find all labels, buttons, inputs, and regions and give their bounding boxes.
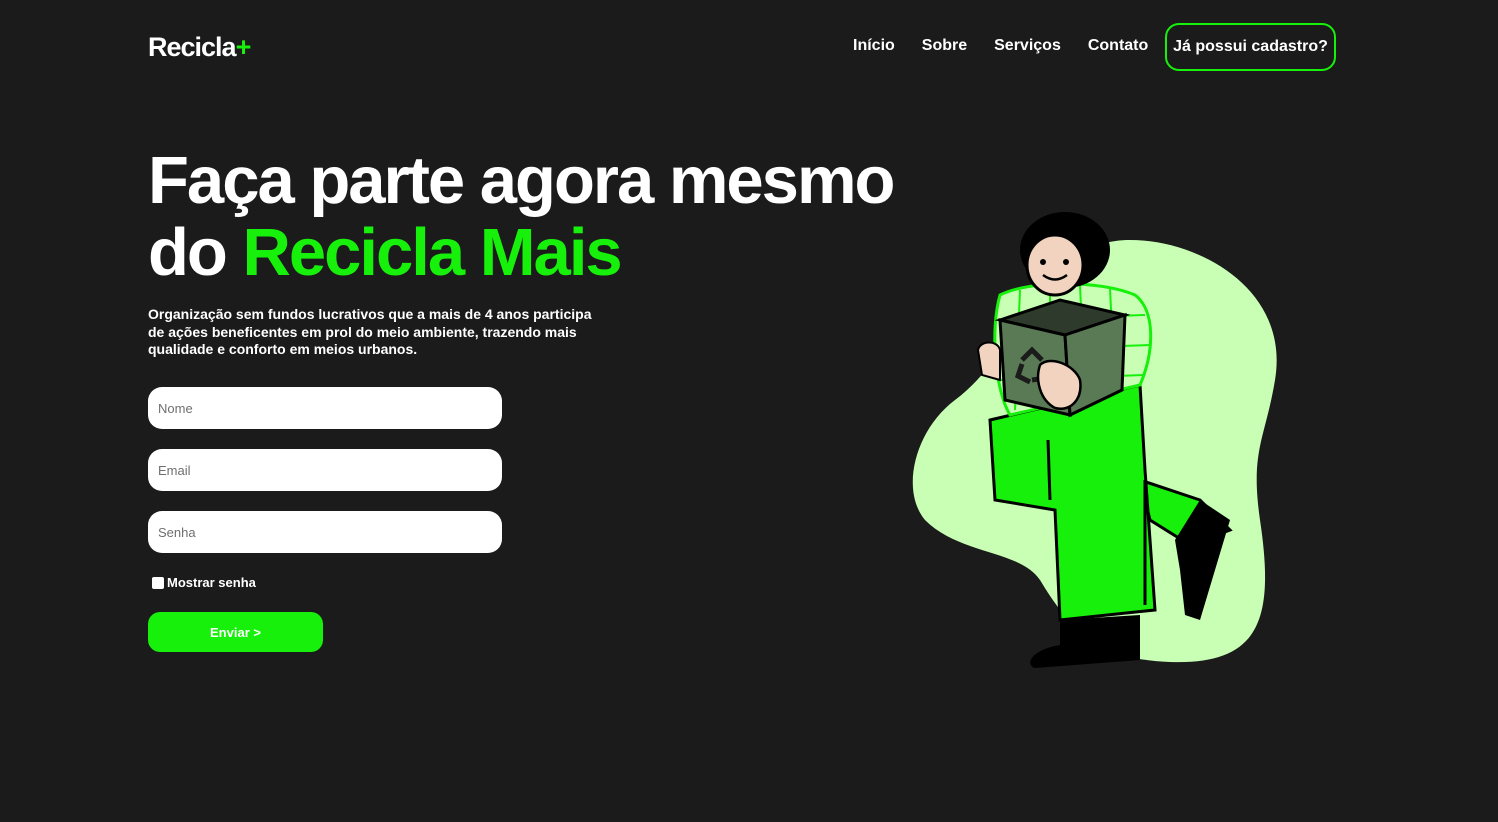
person-holding-recycle-box-illustration	[912, 212, 1277, 668]
front-shoe-shape	[1030, 615, 1140, 668]
hero-title-line1: Faça parte agora mesmo	[148, 143, 895, 218]
page: Recicla+ Início Sobre Serviços Contato J…	[0, 0, 1498, 822]
show-password-label: Mostrar senha	[167, 575, 256, 590]
logo-text: Recicla	[148, 32, 237, 62]
nav-inicio[interactable]: Início	[853, 37, 895, 55]
nav-servicos[interactable]: Serviços	[994, 37, 1061, 55]
show-password-checkbox[interactable]	[152, 576, 164, 589]
login-button[interactable]: Já possui cadastro?	[1165, 23, 1336, 71]
password-input[interactable]	[148, 511, 502, 553]
hero-title-accent: Recicla Mais	[242, 215, 622, 290]
nav-contato[interactable]: Contato	[1088, 37, 1148, 55]
nav-sobre[interactable]: Sobre	[922, 37, 967, 55]
hero-title: Faça parte agora mesmo do Recicla Mais	[148, 145, 948, 289]
logo-plus: +	[235, 32, 252, 62]
face-shape	[1025, 233, 1085, 297]
main-nav: Início Sobre Serviços Contato	[853, 22, 1175, 70]
email-input[interactable]	[148, 449, 502, 491]
hero-title-prefix: do	[148, 215, 243, 290]
pants-shape	[988, 383, 1157, 622]
hero-description: Organização sem fundos lucrativos que a …	[148, 306, 592, 357]
logo[interactable]: Recicla+	[148, 31, 252, 63]
submit-button[interactable]: Enviar >	[148, 612, 323, 652]
show-password-toggle[interactable]: Mostrar senha	[152, 575, 256, 590]
name-input[interactable]	[148, 387, 502, 429]
